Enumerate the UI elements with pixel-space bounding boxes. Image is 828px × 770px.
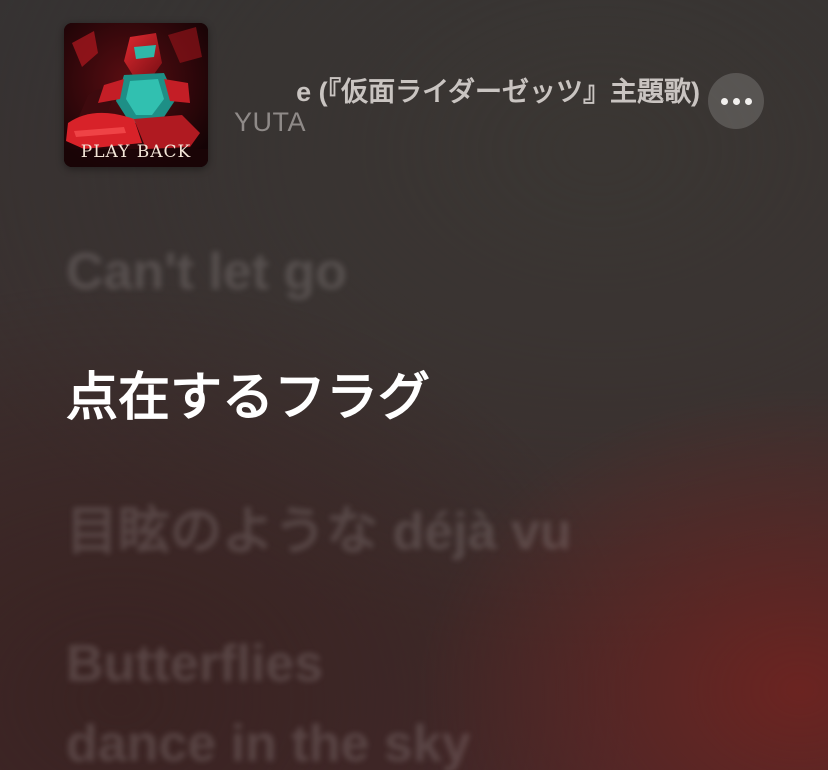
more-options-button[interactable] xyxy=(708,73,764,129)
album-artwork-image: PLAY BACK xyxy=(64,23,208,167)
album-artwork[interactable]: PLAY BACK xyxy=(64,23,208,167)
lyric-line-upcoming[interactable]: 目眩のような déjà vu xyxy=(66,500,572,564)
ellipsis-icon-dot xyxy=(720,97,728,105)
lyric-line-current[interactable]: 点在するフラグ xyxy=(66,366,430,430)
song-title-marquee[interactable]: e (『仮面ライダーゼッツ』主題歌) xyxy=(212,64,700,108)
now-playing-header: PLAY BACK e (『仮面ライダーゼッツ』主題歌) YUTA xyxy=(0,0,828,180)
ellipsis-icon-dot xyxy=(744,97,752,105)
artist-name[interactable]: YUTA xyxy=(234,107,306,138)
lyric-line-past[interactable]: Can't let go xyxy=(66,240,347,304)
ellipsis-icon-dot xyxy=(732,97,740,105)
lyric-line-upcoming[interactable]: Butterflies xyxy=(66,632,323,696)
lyric-line-upcoming[interactable]: dance in the sky xyxy=(66,712,471,770)
song-title: e (『仮面ライダーゼッツ』主題歌) xyxy=(296,77,700,107)
artwork-title-text: PLAY BACK xyxy=(81,142,191,162)
